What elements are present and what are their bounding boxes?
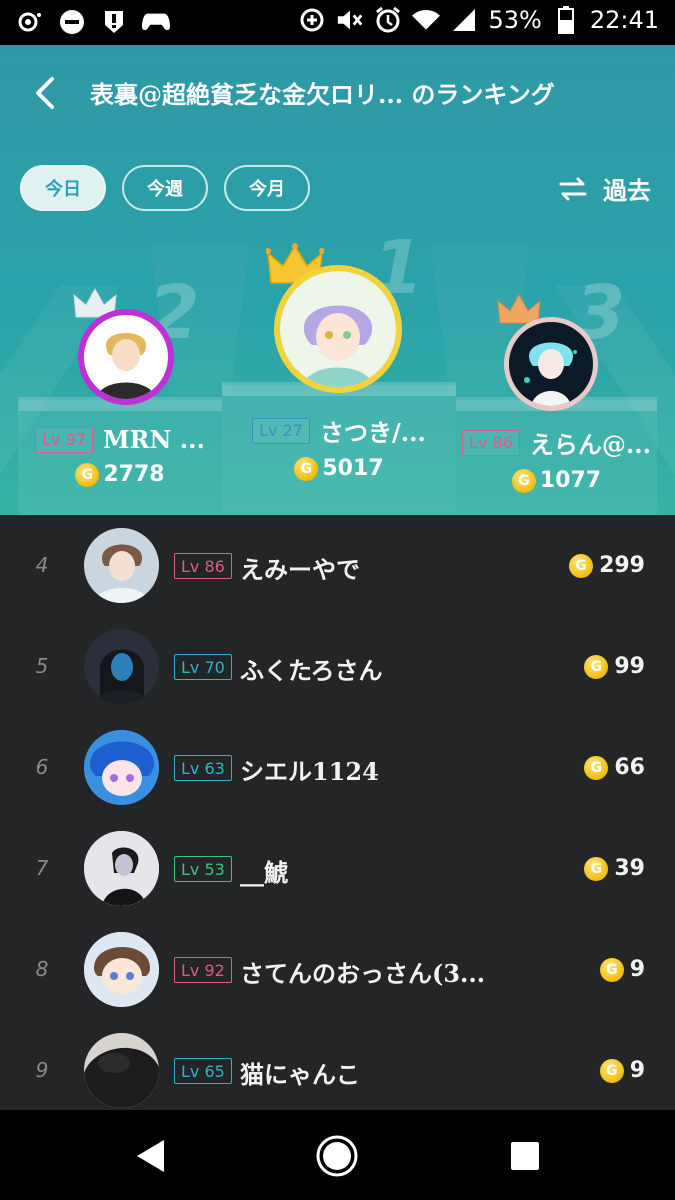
ranking-list: 4 Lv 86 えみーやで G 299 5 Lv 70 ふくたろさん G 99 … bbox=[0, 515, 675, 1110]
avatar-third[interactable] bbox=[504, 317, 598, 411]
coin-count: 39 bbox=[614, 856, 645, 881]
user-name: MRN ... bbox=[102, 425, 205, 454]
level-badge: Lv 27 bbox=[252, 417, 310, 444]
period-tabs: 今日 今週 今月 bbox=[20, 165, 310, 211]
coin-icon: G bbox=[294, 456, 319, 481]
user-name: さてんのおっさん(3... bbox=[240, 959, 486, 988]
past-button[interactable]: 過去 bbox=[559, 171, 651, 206]
recents-nav-icon[interactable] bbox=[509, 1140, 541, 1172]
podium-second-info[interactable]: Lv 97 MRN ... G 2778 bbox=[18, 425, 222, 487]
coin-icon: G bbox=[511, 468, 536, 493]
level-badge: Lv 63 bbox=[174, 755, 232, 781]
home-nav-icon[interactable] bbox=[315, 1134, 359, 1178]
coin-count: 299 bbox=[599, 553, 645, 578]
mute-icon bbox=[336, 6, 364, 34]
alarm-icon bbox=[374, 6, 402, 34]
ranking-header: 表裏@超絶貧乏な金欠ロリ... のランキング 今日 今週 今月 過去 2 1 3 bbox=[0, 45, 675, 515]
avatar bbox=[84, 831, 159, 906]
level-badge: Lv 65 bbox=[174, 1058, 232, 1084]
avatar bbox=[84, 730, 159, 805]
rank-number: 6 bbox=[35, 755, 49, 779]
rank-number: 7 bbox=[35, 856, 49, 880]
user-name: __鯱 bbox=[240, 858, 288, 887]
rank-number: 9 bbox=[35, 1058, 49, 1082]
rank-number: 8 bbox=[35, 957, 49, 981]
back-nav-icon[interactable] bbox=[134, 1138, 168, 1174]
coin-icon: G bbox=[584, 856, 609, 881]
podium-third-info[interactable]: Lv 86 えらん@... G 1077 bbox=[456, 425, 657, 493]
coin-icon: G bbox=[599, 957, 624, 982]
avatar bbox=[84, 932, 159, 1007]
coin-icon: G bbox=[584, 755, 609, 780]
coin-count: 5017 bbox=[322, 456, 384, 481]
user-name: 猫にゃんこ bbox=[240, 1060, 360, 1089]
tab-this-week[interactable]: 今週 bbox=[122, 165, 208, 211]
list-item[interactable]: 9 Lv 65 猫にゃんこ G 9 bbox=[0, 1020, 675, 1121]
battery-percent: 53% bbox=[488, 6, 542, 34]
user-name: さつき/... bbox=[319, 418, 426, 447]
coin-count: 9 bbox=[629, 1058, 645, 1083]
coin-icon: G bbox=[599, 1058, 624, 1083]
level-badge: Lv 86 bbox=[462, 429, 520, 456]
clock: 22:41 bbox=[589, 6, 659, 34]
coin-count: 9 bbox=[629, 957, 645, 982]
alert-icon bbox=[100, 8, 128, 36]
system-nav-bar bbox=[0, 1110, 675, 1200]
list-item[interactable]: 7 Lv 53 __鯱 G 39 bbox=[0, 818, 675, 919]
swap-icon bbox=[559, 177, 587, 200]
tab-this-month[interactable]: 今月 bbox=[224, 165, 310, 211]
coin-icon: G bbox=[569, 553, 594, 578]
level-badge: Lv 70 bbox=[174, 654, 232, 680]
avatar-first[interactable] bbox=[274, 265, 402, 393]
list-item[interactable]: 8 Lv 92 さてんのおっさん(3... G 9 bbox=[0, 919, 675, 1020]
coin-count: 2778 bbox=[103, 462, 165, 487]
coin-icon: G bbox=[584, 654, 609, 679]
past-label: 過去 bbox=[603, 176, 651, 205]
avatar bbox=[84, 629, 159, 704]
podium-first-info[interactable]: Lv 27 さつき/... G 5017 bbox=[222, 413, 456, 481]
user-name: えみーやで bbox=[240, 555, 360, 584]
coin-icon: G bbox=[75, 462, 100, 487]
battery-icon bbox=[552, 6, 580, 34]
avatar bbox=[84, 528, 159, 603]
tab-today[interactable]: 今日 bbox=[20, 165, 106, 211]
list-item[interactable]: 5 Lv 70 ふくたろさん G 99 bbox=[0, 616, 675, 717]
level-badge: Lv 92 bbox=[174, 957, 232, 983]
signal-icon bbox=[450, 6, 478, 34]
status-bar: 53% 22:41 bbox=[0, 0, 675, 45]
list-item[interactable]: 4 Lv 86 えみーやで G 299 bbox=[0, 515, 675, 616]
page-title: 表裏@超絶貧乏な金欠ロリ... のランキング bbox=[90, 80, 555, 109]
level-badge: Lv 86 bbox=[174, 553, 232, 579]
coin-count: 99 bbox=[614, 654, 645, 679]
back-button[interactable] bbox=[26, 73, 66, 113]
user-name: えらん@... bbox=[529, 430, 651, 459]
coin-count: 66 bbox=[614, 755, 645, 780]
coin-count: 1077 bbox=[539, 468, 602, 493]
list-item[interactable]: 6 Lv 63 シエル1124 G 66 bbox=[0, 717, 675, 818]
chevron-left-icon bbox=[36, 77, 54, 109]
level-badge: Lv 97 bbox=[35, 426, 93, 453]
rank-number: 4 bbox=[35, 553, 49, 577]
level-badge: Lv 53 bbox=[174, 856, 232, 882]
gamepad-icon bbox=[142, 8, 170, 36]
rank-number: 5 bbox=[35, 654, 49, 678]
user-name: シエル1124 bbox=[240, 757, 379, 786]
data-saver-icon bbox=[298, 6, 326, 34]
notification-icon bbox=[16, 8, 44, 36]
user-name: ふくたろさん bbox=[240, 656, 383, 685]
wifi-icon bbox=[412, 6, 441, 34]
avatar-second[interactable] bbox=[78, 309, 174, 405]
avatar bbox=[84, 1033, 159, 1108]
do-not-disturb-icon bbox=[58, 8, 86, 36]
